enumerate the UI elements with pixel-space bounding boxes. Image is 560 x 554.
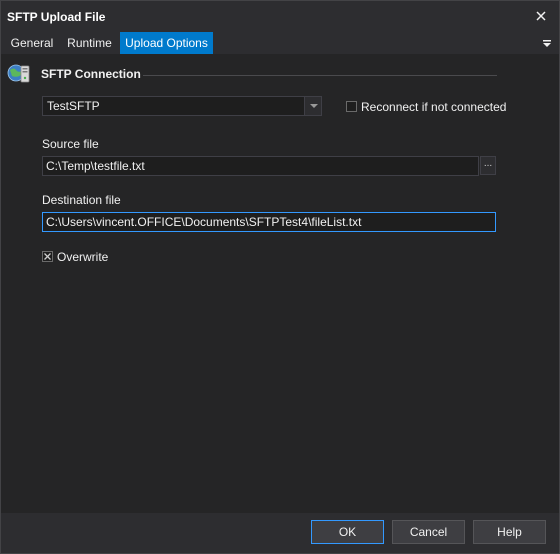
chevron-down-icon[interactable] (304, 97, 321, 115)
source-file-input[interactable]: C:\Temp\testfile.txt (42, 156, 479, 176)
cancel-button[interactable]: Cancel (392, 520, 465, 544)
tab-upload-options[interactable]: Upload Options (120, 32, 213, 54)
help-button[interactable]: Help (473, 520, 546, 544)
sftp-globe-server-icon (7, 61, 31, 85)
upload-options-panel: SFTP Connection TestSFTP Reconnect if no… (1, 54, 559, 513)
checkmark-x-icon (44, 253, 51, 260)
tab-runtime[interactable]: Runtime (61, 32, 118, 54)
browse-button[interactable]: ... (480, 156, 496, 175)
tab-bar: General Runtime Upload Options (1, 32, 559, 54)
section-title: SFTP Connection (41, 67, 141, 81)
tab-general[interactable]: General (5, 32, 59, 54)
dialog-window: SFTP Upload File General Runtime Upload … (0, 0, 560, 554)
window-title: SFTP Upload File (7, 10, 106, 24)
dialog-footer: OK Cancel Help (1, 513, 559, 553)
title-bar[interactable]: SFTP Upload File (1, 1, 559, 32)
overwrite-checkbox[interactable] (42, 251, 53, 262)
reconnect-checkbox[interactable] (346, 101, 357, 112)
destination-file-value: C:\Users\vincent.OFFICE\Documents\SFTPTe… (46, 215, 362, 229)
connection-select[interactable]: TestSFTP (42, 96, 322, 116)
overwrite-label[interactable]: Overwrite (57, 250, 108, 264)
connection-select-value: TestSFTP (47, 99, 100, 113)
source-file-label: Source file (42, 137, 99, 151)
destination-file-label: Destination file (42, 193, 121, 207)
destination-file-input[interactable]: C:\Users\vincent.OFFICE\Documents\SFTPTe… (42, 212, 496, 232)
reconnect-label[interactable]: Reconnect if not connected (361, 100, 506, 114)
ok-button[interactable]: OK (311, 520, 384, 544)
source-file-value: C:\Temp\testfile.txt (46, 159, 145, 173)
section-divider (143, 75, 497, 76)
close-icon[interactable] (533, 8, 549, 24)
tab-menu-icon[interactable] (542, 38, 552, 48)
